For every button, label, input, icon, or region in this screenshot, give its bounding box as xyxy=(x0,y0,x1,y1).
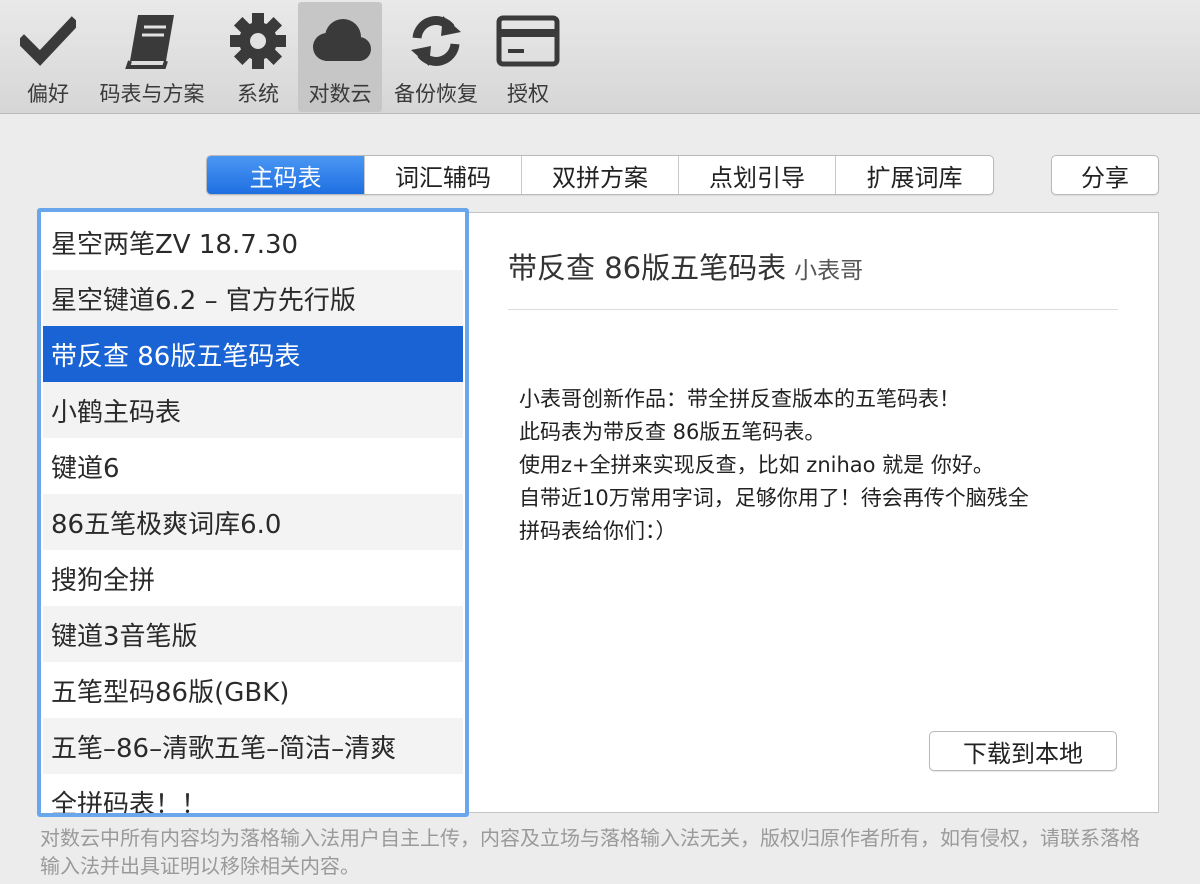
toolbar-item-label: 系统 xyxy=(237,82,279,106)
share-button[interactable]: 分享 xyxy=(1051,155,1159,195)
detail-author: 小表哥 xyxy=(794,258,864,284)
table-list[interactable]: 星空两笔ZV 18.7.30 星空键道6.2 – 官方先行版 带反查 86版五笔… xyxy=(37,208,469,817)
description-line: 小表哥创新作品：带全拼反查版本的五笔码表！ xyxy=(519,387,960,411)
cloud-icon xyxy=(305,6,375,76)
detail-title-text: 带反查 86版五笔码表 xyxy=(508,251,787,285)
tab-stroke-guide[interactable]: 点划引导 xyxy=(679,156,836,194)
list-item-selected[interactable]: 带反查 86版五笔码表 xyxy=(43,326,463,382)
toolbar-item-label: 偏好 xyxy=(27,82,69,106)
table-list-items: 星空两笔ZV 18.7.30 星空键道6.2 – 官方先行版 带反查 86版五笔… xyxy=(43,214,463,814)
description-line: 此码表为带反查 86版五笔码表。 xyxy=(519,420,826,444)
list-item[interactable]: 小鹤主码表 xyxy=(43,382,463,438)
list-item[interactable]: 五笔型码86版(GBK) xyxy=(43,662,463,718)
toolbar-item-cloud[interactable]: 对数云 xyxy=(298,2,382,112)
gear-icon xyxy=(223,6,293,76)
disclaimer-text: 对数云中所有内容均为落格输入法用户自主上传，内容及立场与落格输入法无关，版权归原… xyxy=(40,826,1140,878)
checkmark-icon xyxy=(13,6,83,76)
divider xyxy=(508,309,1118,310)
toolbar-item-preferences[interactable]: 偏好 xyxy=(10,2,86,112)
list-item[interactable]: 星空两笔ZV 18.7.30 xyxy=(43,214,463,270)
download-button[interactable]: 下载到本地 xyxy=(929,731,1117,771)
list-item[interactable]: 86五笔极爽词库6.0 xyxy=(43,494,463,550)
category-tabs: 主码表 词汇辅码 双拼方案 点划引导 扩展词库 xyxy=(206,155,994,195)
tab-main-table[interactable]: 主码表 xyxy=(207,156,365,194)
description-line: 拼码表给你们：） xyxy=(519,519,677,543)
card-icon xyxy=(493,6,563,76)
tab-shuangpin[interactable]: 双拼方案 xyxy=(522,156,679,194)
sync-icon xyxy=(401,6,471,76)
detail-title: 带反查 86版五笔码表 小表哥 xyxy=(508,245,863,287)
toolbar-item-label: 备份恢复 xyxy=(394,82,478,106)
description-line: 使用z+全拼来实现反查，比如 znihao 就是 你好。 xyxy=(519,453,994,477)
toolbar-item-backup-restore[interactable]: 备份恢复 xyxy=(388,2,484,112)
tab-vocabulary-aux[interactable]: 词汇辅码 xyxy=(365,156,522,194)
toolbar-item-system[interactable]: 系统 xyxy=(224,2,292,112)
list-item[interactable]: 键道3音笔版 xyxy=(43,606,463,662)
book-icon xyxy=(117,6,187,76)
toolbar-item-license[interactable]: 授权 xyxy=(492,2,564,112)
list-item[interactable]: 键道6 xyxy=(43,438,463,494)
description-line: 自带近10万常用字词，足够你用了！待会再传个脑残全 xyxy=(519,486,1029,510)
toolbar: 偏好 码表与方案 系统 对数云 备份恢复 授权 xyxy=(0,0,1200,114)
list-item[interactable]: 全拼码表！！ xyxy=(43,774,463,814)
tab-extended-dictionary[interactable]: 扩展词库 xyxy=(836,156,993,194)
toolbar-item-label: 码表与方案 xyxy=(99,82,205,106)
list-item[interactable]: 搜狗全拼 xyxy=(43,550,463,606)
list-item[interactable]: 五笔–86–清歌五笔–简洁–清爽 xyxy=(43,718,463,774)
toolbar-item-label: 对数云 xyxy=(308,82,372,106)
list-item[interactable]: 星空键道6.2 – 官方先行版 xyxy=(43,270,463,326)
toolbar-item-tables-schemes[interactable]: 码表与方案 xyxy=(92,2,212,112)
detail-description: 小表哥创新作品：带全拼反查版本的五笔码表！ 此码表为带反查 86版五笔码表。 使… xyxy=(519,383,1119,548)
toolbar-item-label: 授权 xyxy=(507,82,549,106)
